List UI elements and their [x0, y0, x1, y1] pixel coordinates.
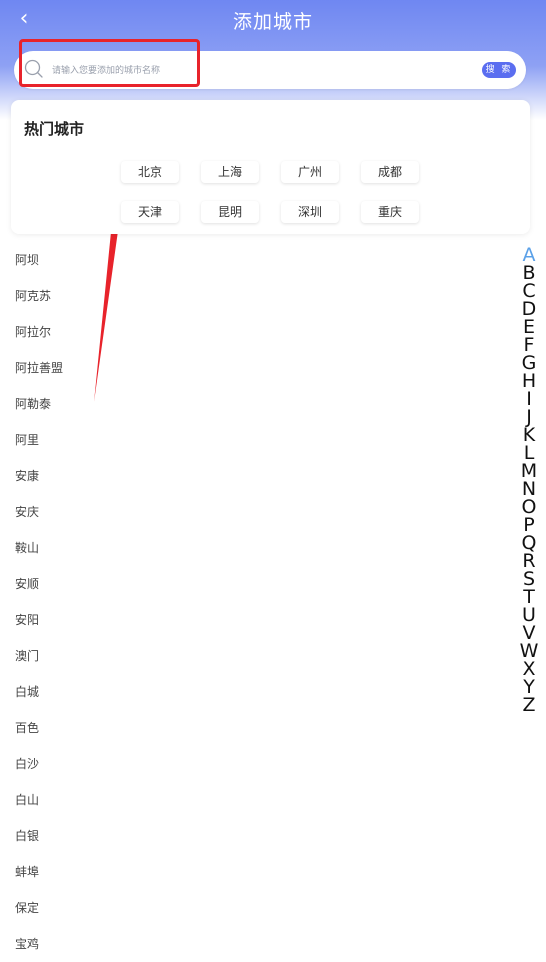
hot-city-button[interactable]: 北京: [121, 161, 179, 183]
search-button[interactable]: 搜 索: [482, 62, 516, 78]
hot-city-button[interactable]: 天津: [121, 201, 179, 223]
city-list-item[interactable]: 白银: [15, 818, 315, 854]
page-title: 添加城市: [232, 11, 313, 33]
city-list-item[interactable]: 蚌埠: [15, 854, 315, 890]
alphabet-index[interactable]: ABCDEFGHIJKLMNOPQRSTUVWXYZ: [518, 246, 540, 715]
city-list-item[interactable]: 阿里: [15, 422, 315, 458]
city-list-item[interactable]: 鞍山: [15, 530, 315, 566]
city-list-item[interactable]: 阿克苏: [15, 278, 315, 314]
city-list-item[interactable]: 阿坝: [15, 242, 315, 278]
city-list-item[interactable]: 安阳: [15, 602, 315, 638]
city-list-item[interactable]: 安顺: [15, 566, 315, 602]
hot-city-button[interactable]: 深圳: [281, 201, 339, 223]
city-list: 阿坝 阿克苏 阿拉尔 阿拉善盟 阿勒泰 阿里 安康 安庆 鞍山 安顺 安阳 澳门 白城 百色 白沙 白山 白银蚌…: [15, 242, 315, 962]
city-list-item[interactable]: 阿拉尔: [15, 314, 315, 350]
hot-city-button[interactable]: 上海: [201, 161, 259, 183]
city-list-item[interactable]: 宝鸡: [15, 926, 315, 962]
hot-city-button[interactable]: 昆明: [201, 201, 259, 223]
city-list-item[interactable]: 白沙: [15, 746, 315, 782]
search-highlight-box: [19, 39, 200, 87]
city-list-item[interactable]: 澳门: [15, 638, 315, 674]
city-list-item[interactable]: 白城: [15, 674, 315, 710]
city-list-item[interactable]: 安庆: [15, 494, 315, 530]
hot-cities-card: 热门城市 北京 上海 广州 成都天津 昆明 深圳 重庆: [11, 100, 530, 234]
city-list-item[interactable]: 阿拉善盟: [15, 350, 315, 386]
hot-city-button[interactable]: 广州: [281, 161, 339, 183]
city-list-item[interactable]: 百色: [15, 710, 315, 746]
city-list-item[interactable]: 阿勒泰: [15, 386, 315, 422]
hot-city-button[interactable]: 成都: [361, 161, 419, 183]
city-list-item[interactable]: 保定: [15, 890, 315, 926]
city-list-item[interactable]: 安康: [15, 458, 315, 494]
hot-city-button[interactable]: 重庆: [361, 201, 419, 223]
alphabet-index-letter[interactable]: Z: [518, 696, 540, 715]
hot-cities-title: 热门城市: [24, 120, 85, 138]
city-list-item[interactable]: 白山: [15, 782, 315, 818]
